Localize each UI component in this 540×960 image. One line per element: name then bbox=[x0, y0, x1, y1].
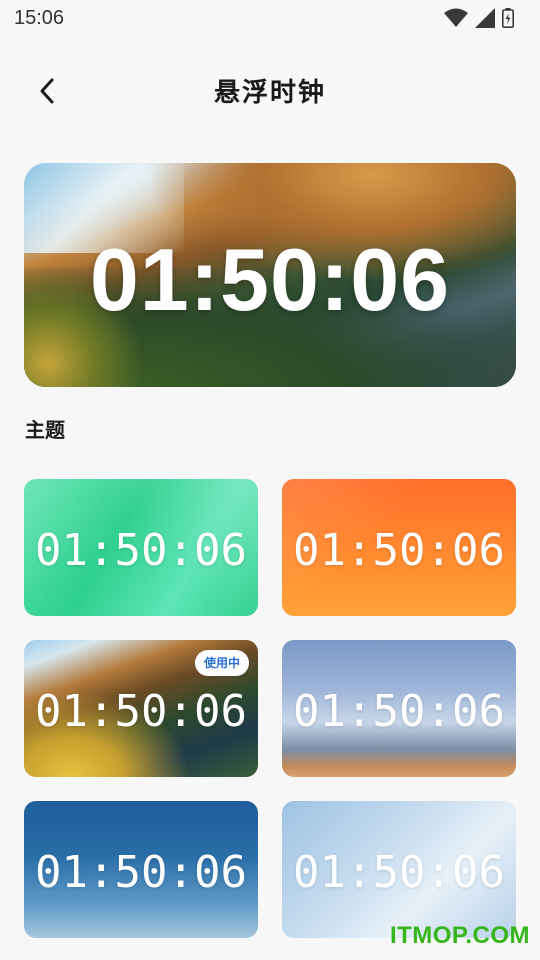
theme-time: 01:50:06 bbox=[293, 525, 505, 576]
in-use-badge: 使用中 bbox=[194, 650, 249, 676]
status-time: 15:06 bbox=[14, 6, 65, 29]
theme-card-blue[interactable]: 01:50:06 bbox=[24, 801, 258, 938]
page-title: 悬浮时钟 bbox=[213, 78, 326, 108]
app-header: 悬浮时钟 bbox=[0, 62, 540, 120]
clock-preview: 01:50:06 bbox=[24, 163, 516, 387]
section-title-themes: 主题 bbox=[25, 418, 65, 442]
theme-grid: 01:50:06 01:50:06 01:50:06 使用中 01:50:06 … bbox=[24, 479, 516, 938]
theme-time: 01:50:06 bbox=[35, 686, 247, 737]
battery-charging-icon bbox=[502, 8, 514, 28]
theme-card-sky[interactable]: 01:50:06 bbox=[282, 640, 516, 777]
wifi-icon bbox=[444, 8, 468, 27]
theme-time: 01:50:06 bbox=[35, 847, 247, 898]
status-bar: 15:06 bbox=[0, 0, 540, 36]
signal-icon bbox=[475, 8, 495, 28]
theme-time: 01:50:06 bbox=[293, 847, 505, 898]
status-icons bbox=[444, 8, 514, 28]
preview-time: 01:50:06 bbox=[89, 230, 451, 329]
theme-card-mountain[interactable]: 01:50:06 使用中 bbox=[24, 640, 258, 777]
watermark: ITMOP.COM bbox=[389, 922, 530, 949]
theme-time: 01:50:06 bbox=[35, 525, 247, 576]
theme-card-orange[interactable]: 01:50:06 bbox=[282, 479, 516, 616]
theme-card-green[interactable]: 01:50:06 bbox=[24, 479, 258, 616]
theme-card-frost[interactable]: 01:50:06 bbox=[282, 801, 516, 938]
theme-time: 01:50:06 bbox=[293, 686, 505, 737]
